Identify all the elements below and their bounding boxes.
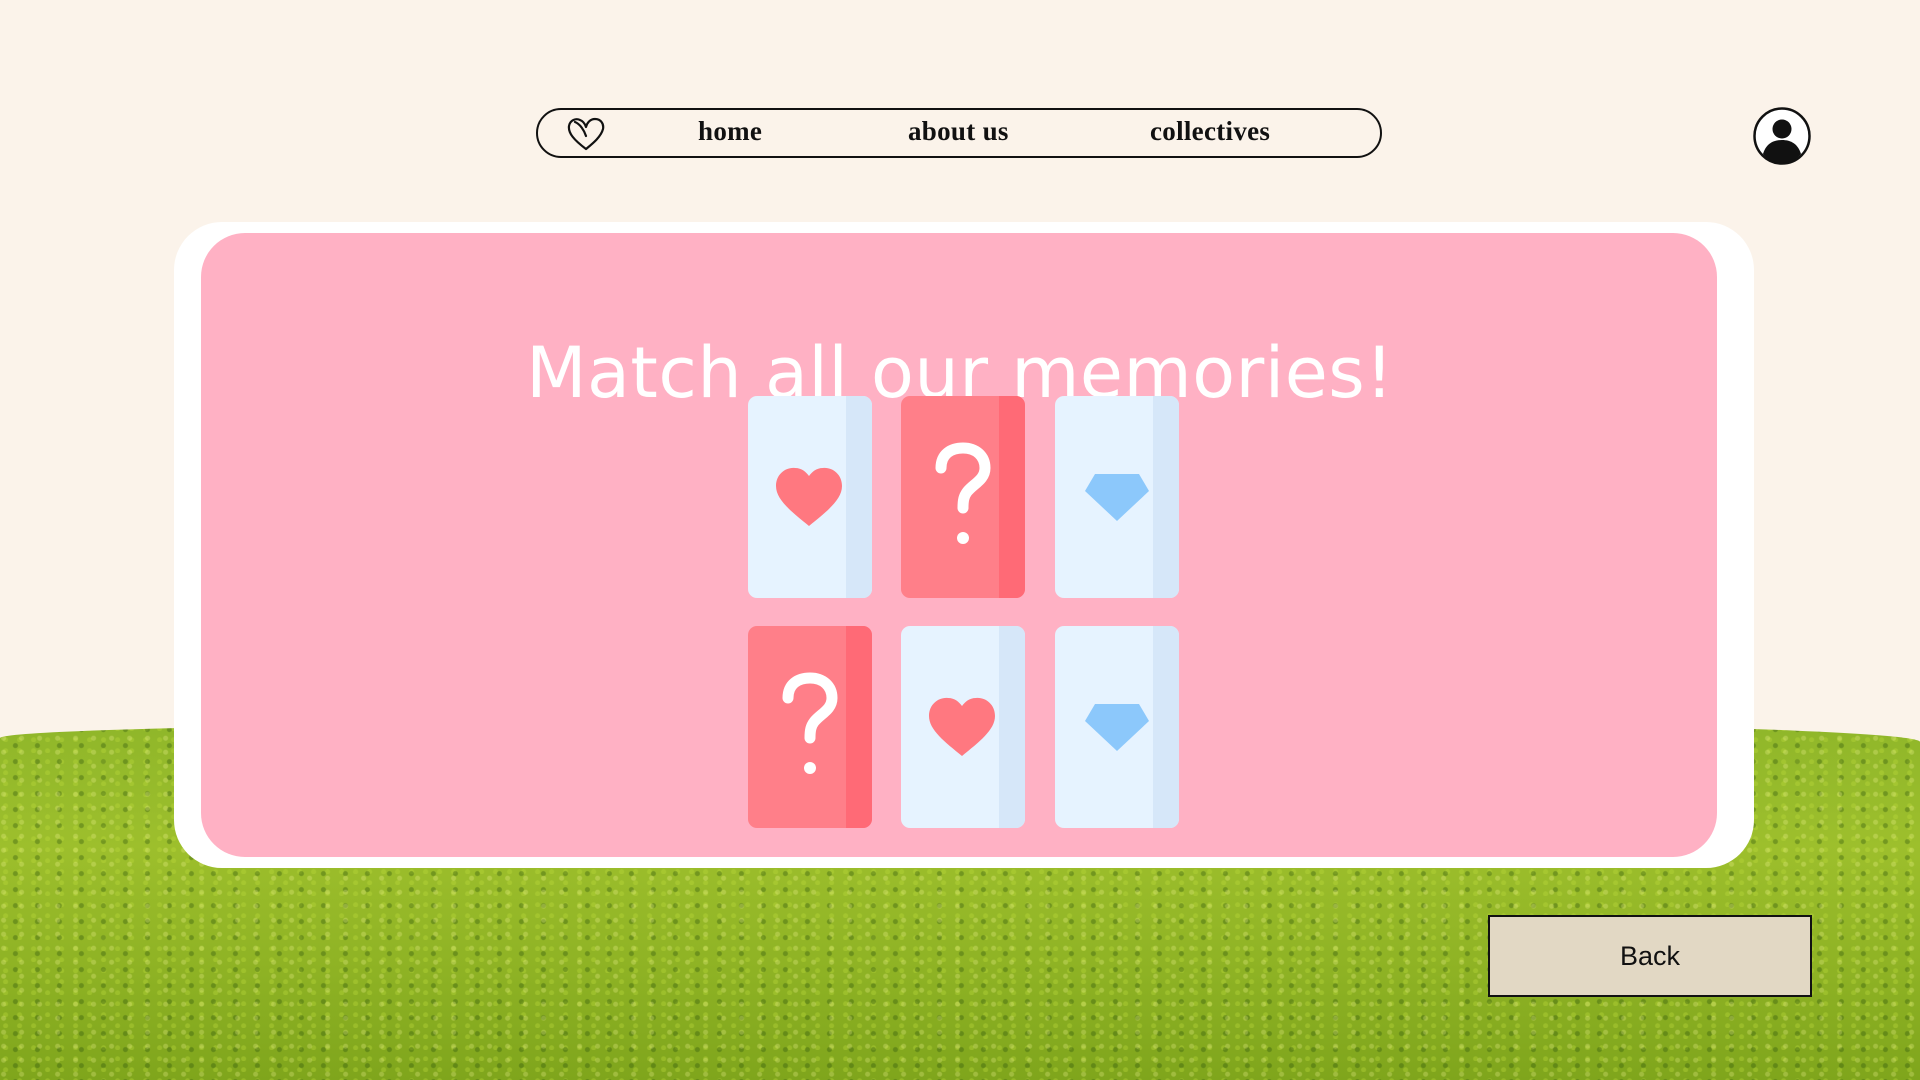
nav-link-home[interactable]: home <box>698 116 762 147</box>
memory-card-3[interactable] <box>1055 396 1179 598</box>
back-button[interactable]: Back <box>1488 915 1812 997</box>
memory-card-5[interactable] <box>901 626 1025 828</box>
nav-link-about-us[interactable]: about us <box>908 116 1009 147</box>
memory-card-2[interactable] <box>901 396 1025 598</box>
memory-card-4[interactable] <box>748 626 872 828</box>
memory-card-1[interactable] <box>748 396 872 598</box>
memory-card-6[interactable] <box>1055 626 1179 828</box>
top-nav: home about us collectives <box>536 108 1382 158</box>
question-mark-icon <box>935 442 991 544</box>
user-account-icon[interactable] <box>1753 107 1811 165</box>
heart-icon <box>776 467 842 526</box>
question-mark-icon <box>782 672 838 774</box>
diamond-icon <box>1085 704 1149 751</box>
heart-icon <box>929 697 995 756</box>
heart-outline-icon[interactable] <box>566 116 606 152</box>
nav-link-collectives[interactable]: collectives <box>1150 116 1270 147</box>
diamond-icon <box>1085 474 1149 521</box>
